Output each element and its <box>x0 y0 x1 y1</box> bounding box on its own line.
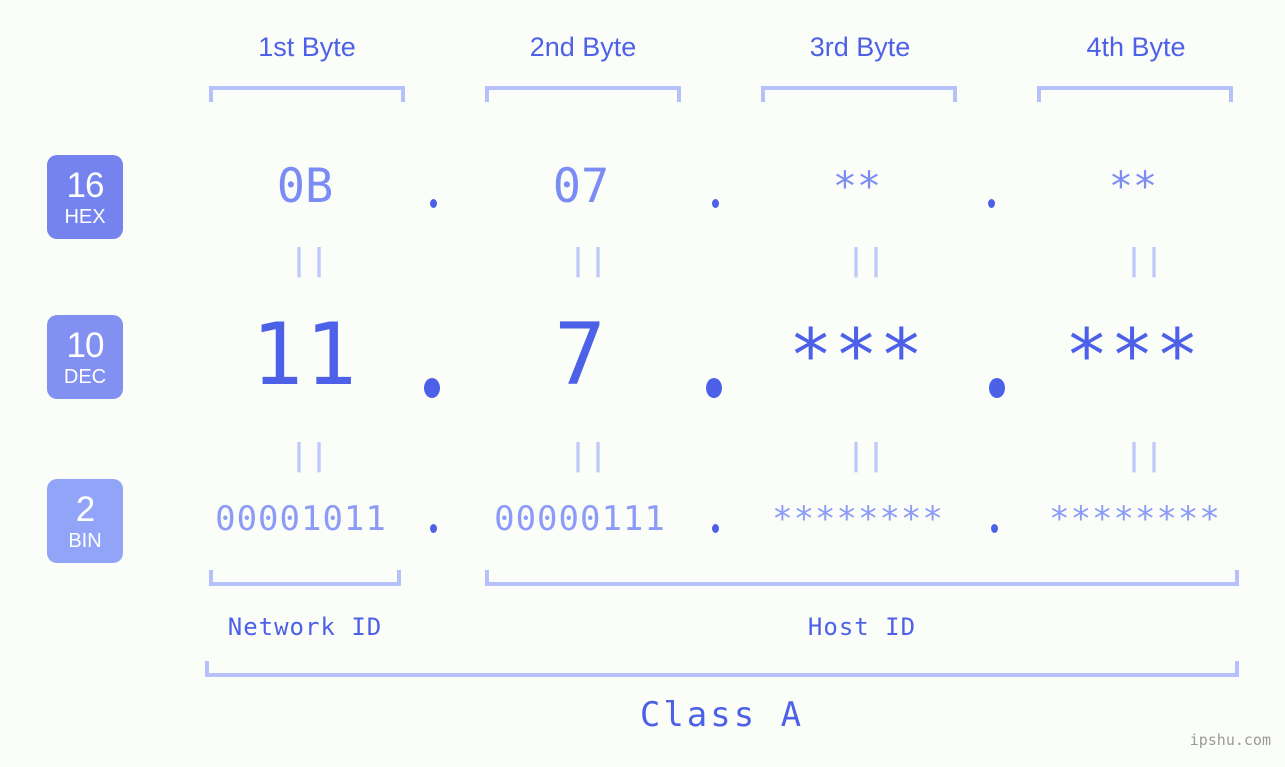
dec-separator-dot-1 <box>424 378 440 398</box>
dec-separator-dot-2 <box>706 378 722 398</box>
bin-separator-dot-3 <box>991 524 998 533</box>
bin-separator-dot-2 <box>712 524 719 533</box>
equals-mark-hex-dec-1: || <box>290 243 331 278</box>
dec-byte-3: *** <box>788 313 926 397</box>
byte-header-4: 4th Byte <box>1086 32 1186 62</box>
network-id-bracket <box>209 570 401 586</box>
byte-header-3: 3rd Byte <box>809 32 911 62</box>
dec-byte-4: *** <box>1064 313 1202 397</box>
base-badge-dec[interactable]: 10 DEC <box>47 315 123 399</box>
hex-byte-3: ** <box>832 164 882 210</box>
hex-byte-4: ** <box>1108 164 1158 210</box>
bin-byte-3: ******** <box>772 499 944 539</box>
byte-bracket-1 <box>209 86 405 102</box>
base-badge-bin-name: BIN <box>68 529 102 552</box>
host-id-label: Host ID <box>807 613 917 641</box>
byte-bracket-4 <box>1037 86 1233 102</box>
equals-mark-hex-dec-2: || <box>569 243 610 278</box>
site-watermark: ipshu.com <box>1189 731 1271 749</box>
ip-address-breakdown-diagram: 1st Byte 2nd Byte 3rd Byte 4th Byte 16 H… <box>0 0 1285 767</box>
equals-mark-hex-dec-4: || <box>1125 243 1166 278</box>
base-badge-bin[interactable]: 2 BIN <box>47 479 123 563</box>
bin-byte-1: 00001011 <box>215 499 387 539</box>
bin-byte-2: 00000111 <box>494 499 666 539</box>
equals-mark-dec-bin-4: || <box>1125 438 1166 473</box>
hex-byte-2: 07 <box>552 159 610 214</box>
base-badge-hex-name: HEX <box>64 205 106 228</box>
dec-byte-2: 7 <box>554 305 608 405</box>
base-badge-bin-number: 2 <box>75 489 95 529</box>
byte-header-2: 2nd Byte <box>529 32 637 62</box>
equals-mark-dec-bin-1: || <box>290 438 331 473</box>
bin-byte-4: ******** <box>1049 499 1221 539</box>
hex-separator-dot-1 <box>430 199 437 208</box>
byte-bracket-3 <box>761 86 957 102</box>
base-badge-hex[interactable]: 16 HEX <box>47 155 123 239</box>
hex-separator-dot-2 <box>712 199 719 208</box>
base-badge-dec-number: 10 <box>66 325 105 365</box>
class-label: Class A <box>639 695 805 735</box>
class-bracket <box>205 661 1239 677</box>
dec-separator-dot-3 <box>989 378 1005 398</box>
bin-separator-dot-1 <box>430 524 437 533</box>
byte-bracket-2 <box>485 86 681 102</box>
hex-separator-dot-3 <box>988 199 995 208</box>
host-id-bracket <box>485 570 1239 586</box>
byte-header-1: 1st Byte <box>258 32 356 62</box>
equals-mark-hex-dec-3: || <box>847 243 888 278</box>
equals-mark-dec-bin-2: || <box>569 438 610 473</box>
hex-byte-1: 0B <box>276 159 334 214</box>
equals-mark-dec-bin-3: || <box>847 438 888 473</box>
base-badge-hex-number: 16 <box>66 165 105 205</box>
base-badge-dec-name: DEC <box>63 365 107 388</box>
dec-byte-1: 11 <box>251 305 359 405</box>
network-id-label: Network ID <box>227 613 383 641</box>
